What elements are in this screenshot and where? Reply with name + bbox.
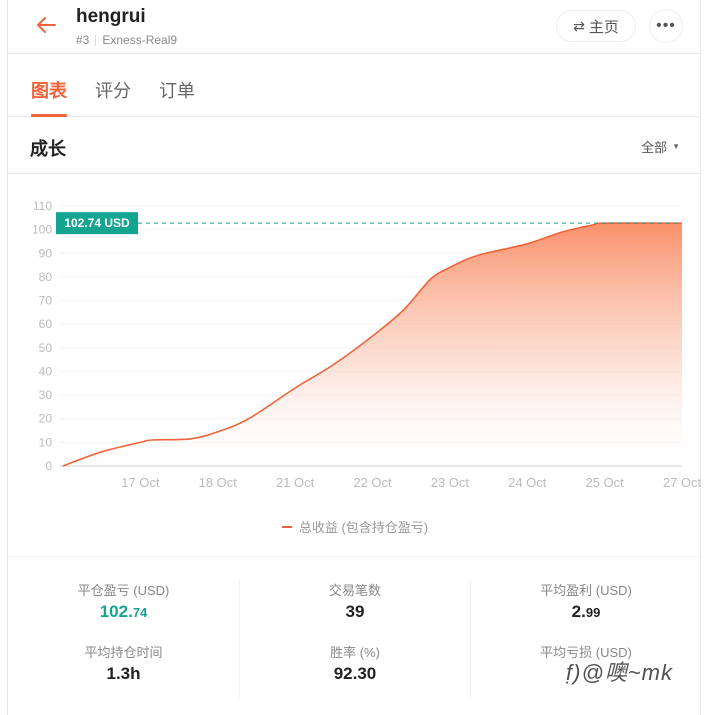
rank-label: #3 <box>76 33 90 47</box>
stat-value: 102.74 <box>8 600 239 625</box>
tab-bar: 图表 评分 订单 <box>8 55 700 117</box>
stat-value-dec: 99 <box>585 605 601 620</box>
back-button[interactable] <box>34 12 60 38</box>
stat-value-int: 92.30 <box>333 664 377 683</box>
stat-trade-count: 交易笔数 39 <box>240 582 470 642</box>
stat-label: 平仓盈亏 (USD) <box>77 583 170 598</box>
chart-legend[interactable]: 总收益 (包含持仓盈亏) <box>8 517 702 536</box>
x-tick-label: 25 Oct <box>585 475 624 490</box>
legend-label: 总收益 (包含持仓盈亏) <box>298 520 429 535</box>
x-tick-label: 23 Oct <box>431 475 470 490</box>
stat-value-int: 102. <box>99 602 133 621</box>
stat-avg-hold-time: 平均持仓时间 1.3h <box>8 644 239 704</box>
section-title: 成长 <box>30 139 66 159</box>
stat-value: 92.30 <box>240 662 470 686</box>
home-button[interactable]: ⇄ 主页 <box>556 10 636 42</box>
y-tick-label: 0 <box>45 459 52 473</box>
y-tick-label: 40 <box>39 364 53 378</box>
stat-value-int: 1.3h <box>106 664 141 683</box>
more-button[interactable]: ••• <box>649 9 683 43</box>
y-tick-label: 30 <box>39 388 53 402</box>
stat-value-dec: 74 <box>132 605 148 620</box>
chart-svg: 0 10 20 30 40 50 60 70 80 90 100 110 17 Oct 18 Oct 21… <box>32 199 702 490</box>
y-tick-label: 70 <box>39 294 53 308</box>
more-icon: ••• <box>656 17 676 34</box>
watermark: f̣)@噢~mk <box>566 660 673 685</box>
legend-swatch <box>281 525 292 528</box>
app-frame: hengrui #3 Exness-Real9 ⇄ 主页 ••• 图表 评分 订… <box>7 0 702 715</box>
home-button-label: 主页 <box>588 18 619 36</box>
x-tick-label: 18 Oct <box>199 475 238 490</box>
series-area <box>63 223 682 466</box>
stat-value: 39 <box>240 600 470 624</box>
stat-label: 交易笔数 <box>328 583 381 598</box>
account-subtitle: #3 Exness-Real9 <box>76 33 177 47</box>
x-tick-label: 22 Oct <box>353 475 392 490</box>
stat-label: 平均持仓时间 <box>84 645 163 660</box>
stat-avg-profit: 平均盈利 (USD) 2.99 <box>471 582 701 642</box>
divider <box>95 34 97 46</box>
x-tick-label: 17 Oct <box>121 475 160 490</box>
stat-value-int: 39 <box>345 602 365 621</box>
x-tick-label: 24 Oct <box>508 475 547 490</box>
stats-column: 交易笔数 39 胜率 (%) 92.30 <box>239 580 470 698</box>
arrow-left-icon <box>37 17 56 33</box>
range-filter-dropdown[interactable]: 全部 ▼ <box>641 137 680 156</box>
y-tick-label: 20 <box>39 412 53 426</box>
y-tick-label: 90 <box>39 246 53 260</box>
stat-win-rate: 胜率 (%) 92.30 <box>240 644 470 704</box>
stat-label: 胜率 (%) <box>330 645 380 660</box>
divider <box>8 556 700 557</box>
y-tick-label: 110 <box>33 199 52 213</box>
swap-icon: ⇄ <box>573 17 585 34</box>
growth-section-header: 成长 全部 ▼ <box>8 118 700 174</box>
account-title: hengrui <box>76 6 146 27</box>
current-value-badge: 102.74 USD <box>56 212 138 235</box>
growth-chart: 0 10 20 30 40 50 60 70 80 90 100 110 17 Oct 18 Oct 21… <box>8 175 702 555</box>
stat-value-int: 2. <box>571 602 586 621</box>
y-tick-label: 10 <box>39 435 53 449</box>
filter-label: 全部 <box>641 140 668 155</box>
x-tick-label: 21 Oct <box>276 475 315 490</box>
stat-closed-pnl: 平仓盈亏 (USD) 102.74 <box>8 582 239 642</box>
stats-column: 平仓盈亏 (USD) 102.74 平均持仓时间 1.3h <box>8 580 239 698</box>
tab-chart[interactable]: 图表 <box>31 77 67 103</box>
stat-value: 2.99 <box>471 600 701 625</box>
stat-value: 1.3h <box>8 662 239 686</box>
active-tab-indicator <box>31 114 67 117</box>
y-tick-label: 100 <box>32 223 52 237</box>
y-tick-label: 60 <box>39 317 53 331</box>
current-value-label: 102.74 USD <box>64 216 130 230</box>
y-tick-label: 50 <box>39 341 53 355</box>
tab-orders[interactable]: 订单 <box>159 77 195 103</box>
header: hengrui #3 Exness-Real9 ⇄ 主页 ••• <box>8 0 700 54</box>
stats-panel: 平仓盈亏 (USD) 102.74 平均持仓时间 1.3h 交易笔数 39 胜率… <box>8 560 700 710</box>
caret-down-icon: ▼ <box>672 142 680 151</box>
tab-rating[interactable]: 评分 <box>95 77 131 103</box>
x-tick-label: 27 Oct <box>663 475 702 490</box>
server-label: Exness-Real9 <box>102 33 178 47</box>
y-tick-label: 80 <box>39 270 53 284</box>
stat-label: 平均盈利 (USD) <box>540 583 632 598</box>
